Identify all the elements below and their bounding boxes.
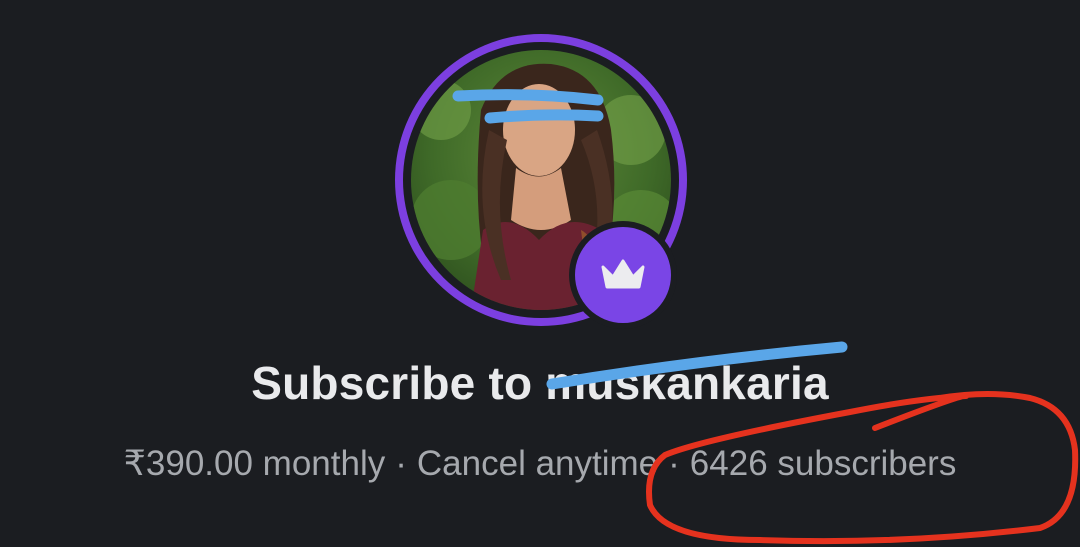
cancel-text: Cancel anytime [416, 444, 659, 483]
plan-details: ₹390.00 monthly · Cancel anytime · 6426 subs… [0, 444, 1080, 484]
plan-price: ₹390.00 monthly [123, 444, 386, 483]
title-prefix: Subscribe to [251, 357, 533, 409]
subscriber-count: 6426 subscribers [689, 444, 957, 483]
subscribe-card: Subscribe to muskankaria ₹390.00 monthly… [0, 0, 1080, 547]
separator: · [668, 444, 680, 483]
crown-icon [601, 259, 645, 289]
creator-username: muskankaria [545, 357, 829, 409]
page-title: Subscribe to muskankaria [0, 356, 1080, 410]
crown-badge [575, 227, 671, 323]
separator: · [395, 444, 407, 483]
